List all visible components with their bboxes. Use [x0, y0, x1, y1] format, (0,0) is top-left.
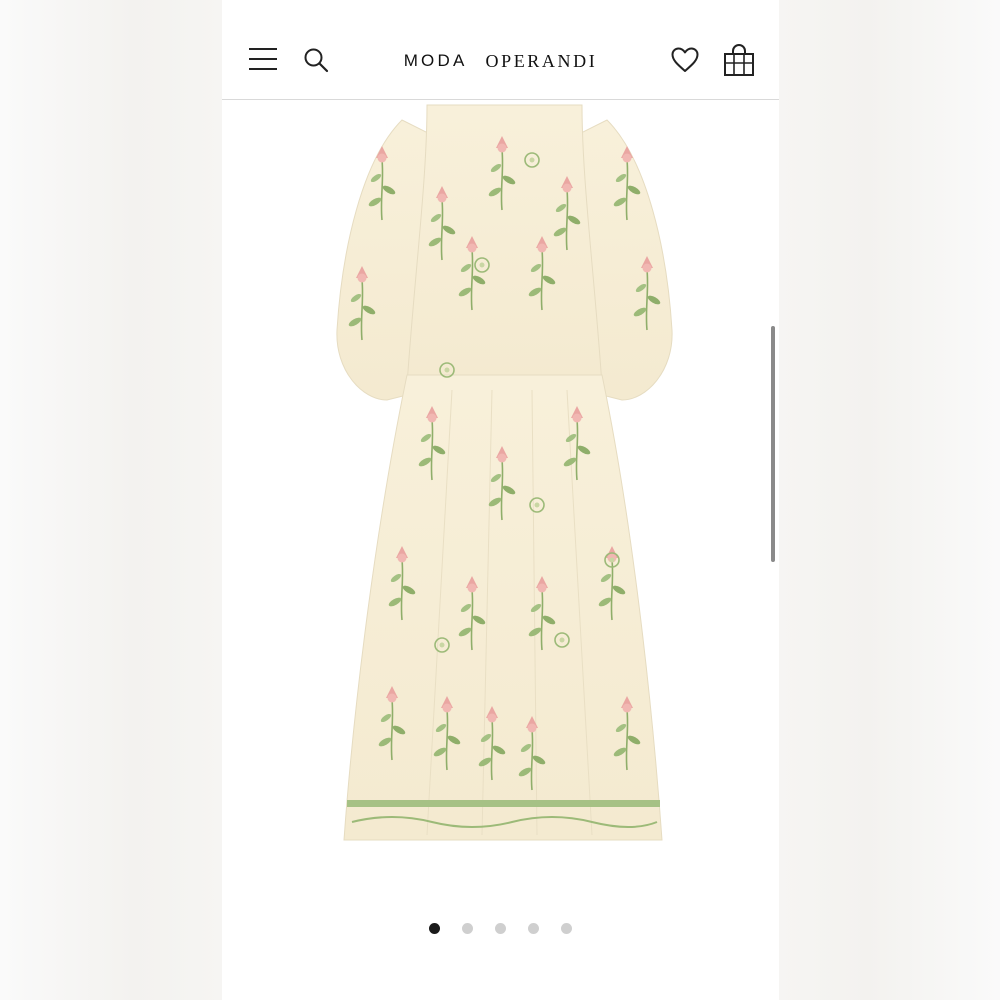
app-screen: MODA OPERANDI: [222, 0, 779, 1000]
carousel-dot[interactable]: [528, 922, 539, 934]
heart-icon: [671, 47, 699, 72]
carousel-dot[interactable]: [495, 922, 506, 934]
top-nav: MODA OPERANDI: [222, 0, 779, 100]
wishlist-button[interactable]: [669, 44, 701, 76]
background-left: [0, 0, 222, 1000]
menu-button[interactable]: [246, 44, 280, 74]
product-image[interactable]: [332, 100, 677, 880]
carousel-indicator: [222, 920, 779, 936]
carousel-dot[interactable]: [561, 922, 572, 934]
hem-band: [347, 800, 660, 807]
carousel-dot[interactable]: [462, 922, 473, 934]
menu-icon: [249, 48, 277, 70]
shopping-bag-button[interactable]: [722, 42, 756, 78]
background-right: [779, 0, 1000, 1000]
logo-word-2: OPERANDI: [485, 50, 598, 71]
logo-word-1: MODA: [403, 51, 468, 70]
skirt: [343, 374, 663, 841]
search-button[interactable]: [300, 44, 332, 76]
search-icon: [304, 48, 329, 73]
shopping-bag-icon: [724, 44, 754, 76]
scrollbar[interactable]: [771, 326, 775, 562]
carousel-dot[interactable]: [429, 922, 440, 934]
brand-logo[interactable]: MODA OPERANDI: [352, 48, 649, 74]
